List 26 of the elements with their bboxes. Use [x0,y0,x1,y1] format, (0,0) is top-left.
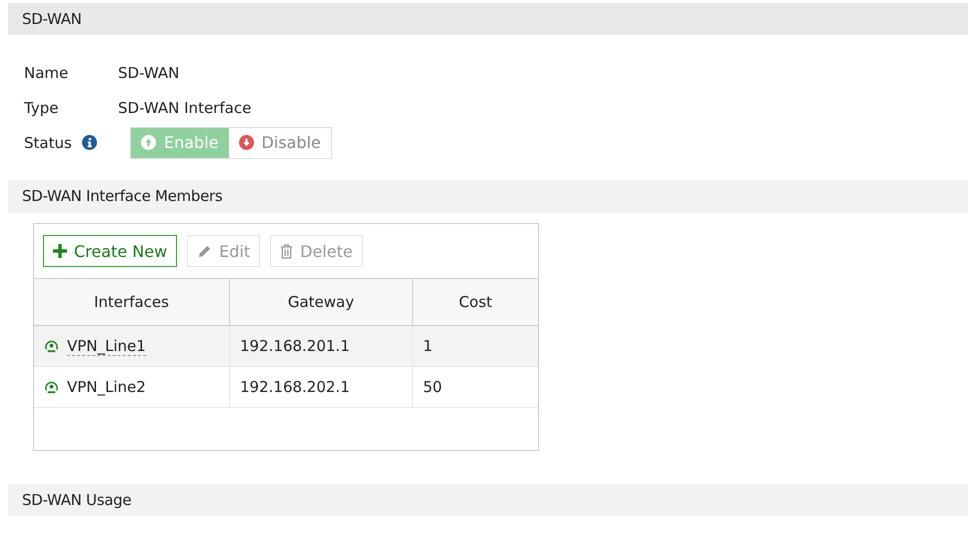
plus-icon [53,244,67,258]
column-header[interactable]: Cost [412,278,538,326]
pencil-icon [197,244,212,258]
field-label: Status [24,134,72,152]
field-label: Type [24,98,60,116]
table-cell: 1 [412,326,538,366]
section-header: SD-WAN Usage [8,484,968,516]
tunnel-icon [44,380,59,394]
arrow-up-icon [141,135,156,150]
table-cell[interactable]: VPN_Line1 [34,326,230,366]
field-value: SD-WAN Interface [118,98,252,116]
field-label: Name [24,64,70,82]
arrow-down-icon [238,135,254,150]
column-header[interactable]: Interfaces [34,278,230,326]
column-header[interactable]: Gateway [230,278,412,326]
tunnel-icon [44,338,59,354]
table-cell: 192.168.201.1 [230,326,412,366]
table-cell: 50 [412,366,538,408]
trash-icon [280,244,294,258]
toolbar-button[interactable]: Create New [43,235,178,267]
table-cell[interactable]: VPN_Line2 [34,366,230,408]
field-value: SD-WAN [118,64,180,82]
section-header: SD-WAN Interface Members [8,180,968,213]
section-header: SD-WAN [8,3,968,35]
info-icon[interactable] [82,135,97,150]
table-cell: 192.168.202.1 [230,366,412,408]
